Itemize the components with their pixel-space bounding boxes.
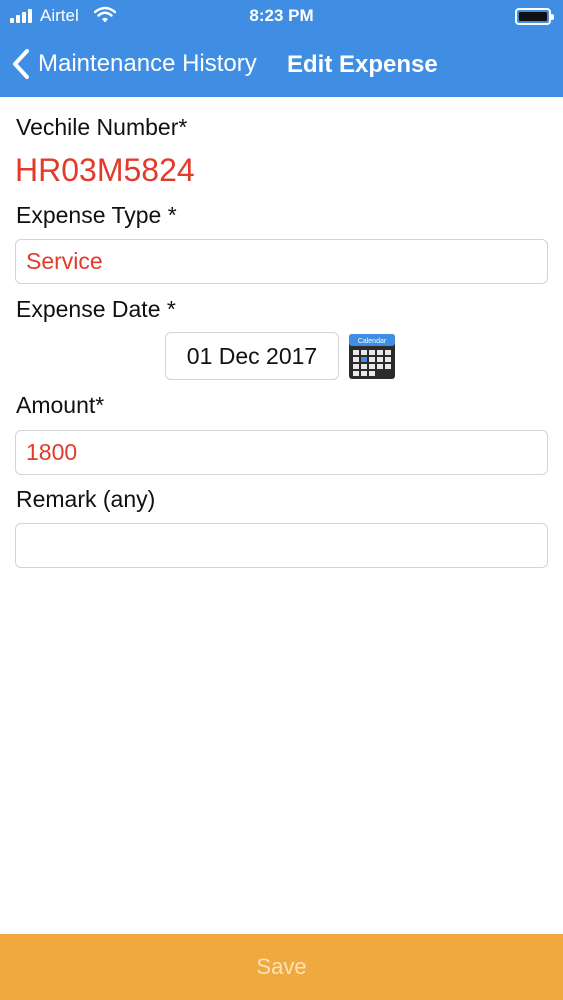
page-title: Edit Expense — [287, 51, 438, 78]
expense-date-label: Expense Date * — [16, 296, 176, 322]
back-chevron-icon — [13, 49, 29, 79]
battery-icon — [515, 8, 554, 25]
amount-field[interactable] — [15, 430, 548, 475]
remark-field[interactable] — [15, 523, 548, 568]
calendar-icon[interactable]: Calendar — [349, 334, 395, 379]
back-button[interactable]: Maintenance History — [10, 40, 257, 88]
vehicle-number-value: HR03M5824 — [15, 152, 195, 188]
remark-label: Remark (any) — [16, 486, 156, 512]
top-bar: Airtel 8:23 PM Maintenance History Edit … — [0, 0, 563, 97]
back-button-label: Maintenance History — [38, 50, 257, 77]
navigation-bar: Maintenance History Edit Expense — [0, 40, 563, 88]
expense-type-field[interactable] — [15, 239, 548, 284]
expense-type-label: Expense Type * — [16, 202, 177, 228]
calendar-icon-text: Calendar — [358, 338, 387, 345]
vehicle-number-label: Vechile Number* — [16, 114, 188, 140]
amount-label: Amount* — [16, 392, 105, 418]
status-time: 8:23 PM — [249, 6, 314, 25]
status-bar: Airtel 8:23 PM — [0, 0, 563, 32]
save-button[interactable]: Save — [0, 934, 563, 1000]
expense-date-value: 01 Dec 2017 — [186, 342, 318, 369]
expense-date-field[interactable]: 01 Dec 2017 — [165, 332, 339, 380]
